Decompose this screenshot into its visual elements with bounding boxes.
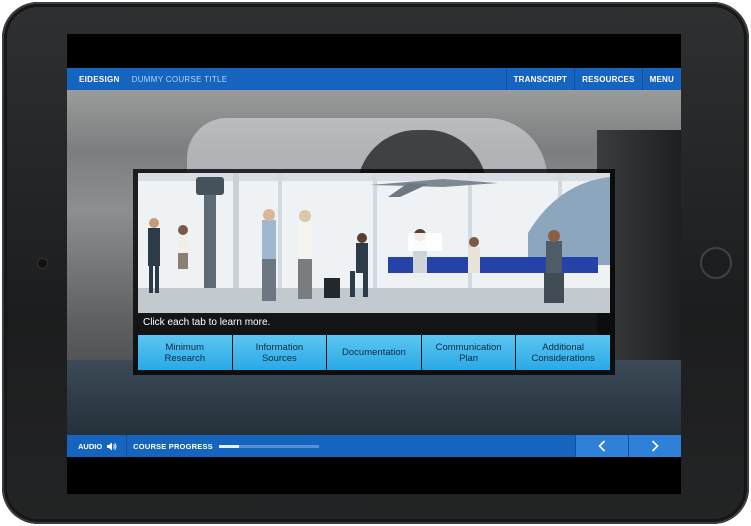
resources-button[interactable]: RESOURCES: [574, 68, 641, 90]
airport-business-travelers-image: [138, 173, 610, 313]
course-title: DUMMY COURSE TITLE: [131, 74, 228, 84]
course-progress-bar: [218, 444, 319, 448]
tab-documentation[interactable]: Documentation: [327, 335, 421, 370]
tab-label: Minimum Research: [164, 341, 206, 364]
top-navigation-bar: EIDESIGN DUMMY COURSE TITLE TRANSCRIPT R…: [67, 68, 681, 90]
menu-button[interactable]: MENU: [641, 68, 681, 90]
course-progress-fill: [218, 444, 239, 448]
audio-label: AUDIO: [78, 441, 103, 451]
next-button[interactable]: [628, 435, 681, 457]
home-button[interactable]: [700, 247, 732, 279]
tab-label: Additional Considerations: [531, 341, 595, 364]
tab-communication-plan[interactable]: Communication Plan: [421, 335, 516, 370]
bottom-control-bar: AUDIO COURSE PROGRESS: [67, 435, 681, 457]
chevron-right-icon: [651, 440, 659, 452]
tab-information-sources[interactable]: Information Sources: [232, 335, 327, 370]
course-screen: EIDESIGN DUMMY COURSE TITLE TRANSCRIPT R…: [67, 34, 681, 494]
instruction-text: Click each tab to learn more.: [143, 317, 271, 328]
speaker-icon: [107, 442, 117, 450]
tab-additional-considerations[interactable]: Additional Considerations: [516, 335, 610, 370]
chevron-left-icon: [598, 440, 606, 452]
tab-label: Information Sources: [255, 341, 304, 364]
tab-label: Documentation: [342, 347, 406, 358]
airport-scene: [138, 173, 610, 313]
course-progress-label: COURSE PROGRESS: [133, 441, 213, 451]
brand-label: EIDESIGN: [79, 74, 120, 84]
transcript-button[interactable]: TRANSCRIPT: [505, 68, 575, 90]
tab-panel: Click each tab to learn more. Minimum Res…: [133, 169, 615, 375]
camera-lens: [37, 258, 48, 269]
tab-minimum-research[interactable]: Minimum Research: [138, 335, 232, 370]
previous-button[interactable]: [575, 435, 628, 457]
background-image-car-interior: Click each tab to learn more. Minimum Res…: [67, 90, 681, 435]
tab-strip: Minimum Research Information Sources Docum…: [138, 335, 610, 370]
tab-label: Communication Plan: [435, 341, 502, 364]
audio-toggle[interactable]: AUDIO: [67, 435, 128, 457]
